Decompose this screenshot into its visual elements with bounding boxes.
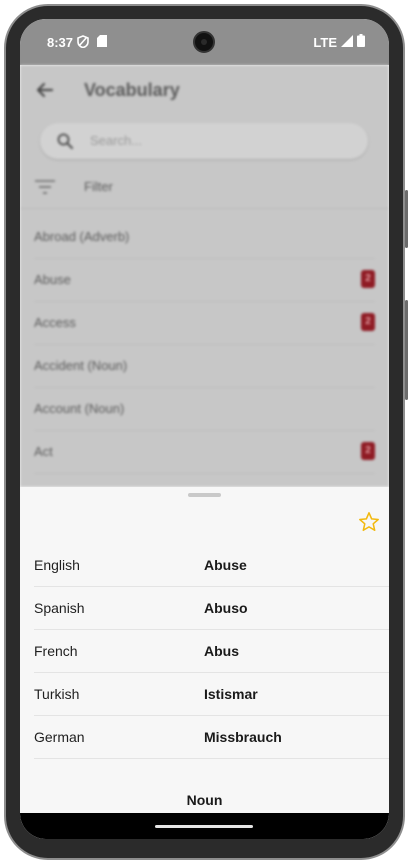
signal-icon xyxy=(341,34,353,50)
language-label: Turkish xyxy=(34,686,80,702)
language-label: German xyxy=(34,729,85,745)
count-badge: 2 xyxy=(361,270,375,288)
count-badge: 2 xyxy=(361,442,375,460)
status-right: LTE xyxy=(313,34,365,50)
list-item-label: Account (Noun) xyxy=(34,401,125,416)
sd-card-icon xyxy=(97,35,107,50)
search-placeholder: Search... xyxy=(90,133,143,148)
filter-label: Filter xyxy=(84,179,113,194)
search-input[interactable]: Search... xyxy=(40,123,368,159)
translation-row: German Missbrauch xyxy=(34,716,389,759)
list-item[interactable]: Act 2 xyxy=(34,431,375,474)
power-button xyxy=(405,190,408,248)
list-item-label: Access xyxy=(34,315,76,330)
list-item-label: Abroad (Adverb) xyxy=(34,229,130,244)
translated-word: Abuse xyxy=(204,557,247,573)
part-of-speech: Noun xyxy=(186,792,223,808)
list-item[interactable]: Abuse 2 xyxy=(34,259,375,302)
list-item-label: Abuse xyxy=(34,272,71,287)
translation-row: English Abuse xyxy=(34,544,389,587)
list-item[interactable]: Access 2 xyxy=(34,302,375,345)
filter-icon xyxy=(35,180,55,194)
translation-list: English Abuse Spanish Abuso French Abus … xyxy=(34,544,389,759)
vocabulary-list: Abroad (Adverb) Abuse 2 Access 2 Acciden… xyxy=(20,216,389,474)
home-gesture-pill[interactable] xyxy=(155,825,253,828)
list-item[interactable]: Account (Noun) xyxy=(34,388,375,431)
network-label: LTE xyxy=(313,34,337,50)
front-camera xyxy=(193,31,215,53)
language-label: Spanish xyxy=(34,600,85,616)
translation-bottom-sheet: English Abuse Spanish Abuso French Abus … xyxy=(20,487,389,839)
translated-word: Abus xyxy=(204,643,239,659)
vocabulary-screen: Vocabulary Search... Filter Abroad (Adve… xyxy=(20,65,389,487)
part-of-speech-row: Noun xyxy=(34,792,389,812)
volume-button xyxy=(405,300,408,400)
back-arrow-icon[interactable] xyxy=(34,79,56,101)
app-bar: Vocabulary xyxy=(20,65,389,117)
navigation-bar xyxy=(20,813,389,839)
battery-icon xyxy=(357,34,365,50)
list-item[interactable]: Accident (Noun) xyxy=(34,345,375,388)
page-title: Vocabulary xyxy=(84,80,180,100)
language-label: French xyxy=(34,643,78,659)
translated-word: Missbrauch xyxy=(204,729,282,745)
screen: 8:37 LTE Vocabulary Search... Filter Abr… xyxy=(20,19,389,839)
translated-word: Istismar xyxy=(204,686,258,702)
translation-row: French Abus xyxy=(34,630,389,673)
status-time: 8:37 xyxy=(47,35,74,50)
drag-handle[interactable] xyxy=(188,493,221,497)
search-icon xyxy=(56,132,74,150)
translation-row: Spanish Abuso xyxy=(34,587,389,630)
language-label: English xyxy=(34,557,80,573)
status-bar: 8:37 LTE xyxy=(20,19,389,65)
filter-row[interactable]: Filter xyxy=(20,165,389,209)
privacy-icon xyxy=(77,35,89,51)
translated-word: Abuso xyxy=(204,600,248,616)
list-item-label: Accident (Noun) xyxy=(34,358,128,373)
list-item[interactable]: Abroad (Adverb) xyxy=(34,216,375,259)
star-outline-icon[interactable] xyxy=(358,511,380,533)
list-item-label: Act xyxy=(34,444,53,459)
translation-row: Turkish Istismar xyxy=(34,673,389,716)
count-badge: 2 xyxy=(361,313,375,331)
phone-device: 8:37 LTE Vocabulary Search... Filter Abr… xyxy=(0,0,409,864)
